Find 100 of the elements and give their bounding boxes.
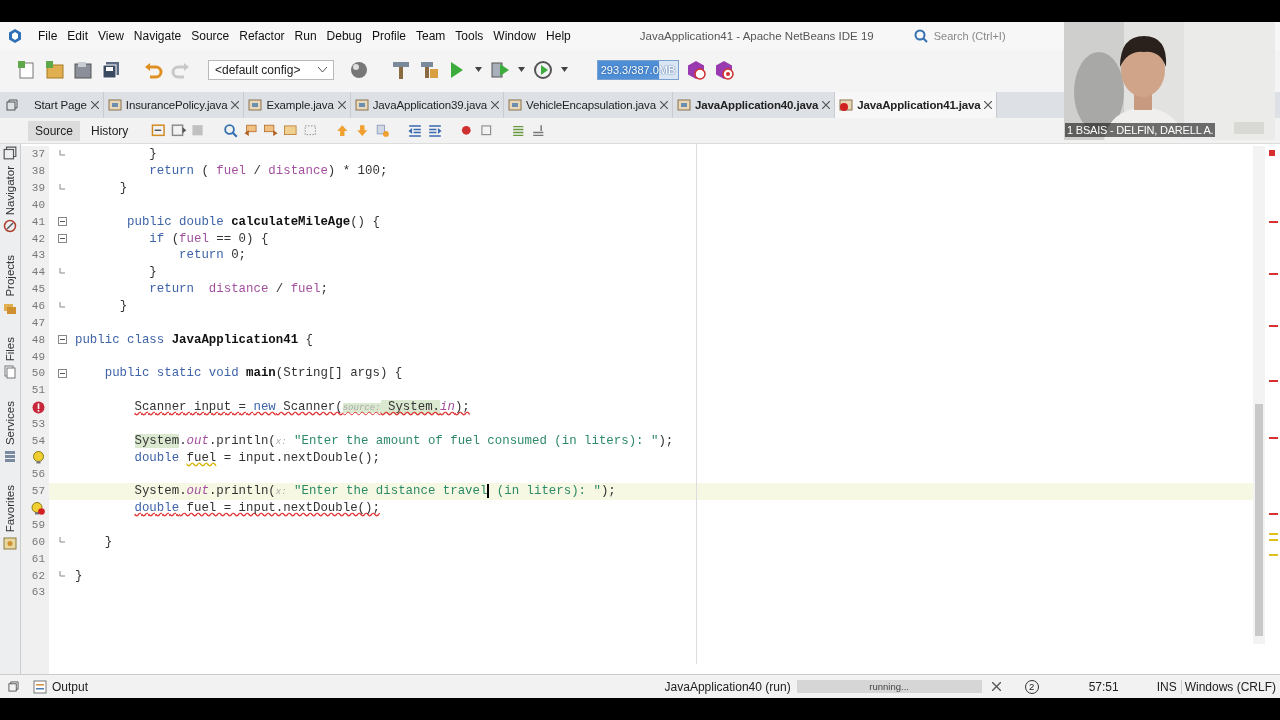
- close-icon[interactable]: [90, 101, 99, 109]
- close-icon[interactable]: [659, 101, 668, 109]
- files-icon[interactable]: [3, 365, 17, 380]
- gc-icon[interactable]: [685, 59, 707, 81]
- shift-left-icon[interactable]: [407, 122, 424, 139]
- gc-snapshot-icon[interactable]: [713, 59, 735, 81]
- caret-icon[interactable]: [560, 67, 569, 73]
- line-number: 51: [31, 384, 45, 397]
- menu-item[interactable]: Window: [488, 29, 542, 43]
- fold-toggle[interactable]: [57, 217, 67, 227]
- find-icon[interactable]: [223, 122, 240, 139]
- output-icon: [33, 679, 47, 694]
- java-file-error-icon: [839, 98, 854, 112]
- back-icon[interactable]: [171, 122, 188, 139]
- java-file-icon: [354, 98, 369, 112]
- find-next-icon[interactable]: [263, 122, 280, 139]
- debug-icon[interactable]: [489, 59, 511, 81]
- line-number: 46: [31, 300, 45, 312]
- menu-item[interactable]: File: [33, 29, 63, 43]
- fold-toggle[interactable]: [57, 234, 67, 244]
- config-dropdown[interactable]: <default config>: [208, 60, 334, 80]
- menu-item[interactable]: Profile: [367, 29, 411, 43]
- save-all-icon[interactable]: [100, 59, 122, 81]
- star-folder-icon[interactable]: [3, 536, 17, 551]
- caret-icon[interactable]: [474, 67, 483, 73]
- error-icon[interactable]: [32, 400, 45, 414]
- close-icon[interactable]: [231, 101, 240, 109]
- code-line: double fuel = input.nextDouble();: [133, 450, 380, 465]
- menu-item[interactable]: Source: [186, 29, 235, 43]
- restore-icon[interactable]: [3, 146, 17, 160]
- stripe-mark[interactable]: [1269, 512, 1278, 515]
- line-number: 39: [31, 182, 45, 195]
- shift-right-icon[interactable]: [427, 122, 444, 139]
- line-number: 43: [31, 249, 45, 262]
- hammer-icon[interactable]: [390, 59, 412, 81]
- menu-item[interactable]: Tools: [450, 29, 489, 43]
- menu-item[interactable]: Team: [411, 29, 451, 43]
- profile-icon[interactable]: [532, 59, 554, 81]
- menu-item[interactable]: Navigate: [128, 29, 187, 43]
- clean-build-icon[interactable]: [418, 59, 440, 81]
- side-panel-tab[interactable]: Services: [4, 401, 16, 446]
- fold-toggle[interactable]: [57, 335, 67, 345]
- close-icon[interactable]: [984, 101, 993, 109]
- output-tab[interactable]: Output: [29, 679, 93, 694]
- code-line: }: [75, 568, 83, 583]
- line-number: 56: [31, 468, 45, 481]
- open-folder-icon[interactable]: [72, 59, 94, 81]
- code-line: public class JavaApplication41 {: [75, 332, 313, 347]
- find-previous-icon[interactable]: [243, 122, 260, 139]
- code-line: }: [118, 299, 128, 313]
- menu-item[interactable]: Edit: [62, 29, 94, 43]
- menu-item[interactable]: Refactor: [234, 29, 290, 43]
- sphere-icon[interactable]: [348, 59, 370, 81]
- toggle-bookmark-icon[interactable]: [375, 122, 392, 139]
- compass-icon[interactable]: [3, 219, 17, 234]
- code-line: double fuel = input.nextDouble();: [133, 501, 380, 516]
- menu-item[interactable]: Debug: [321, 29, 367, 43]
- java-file-icon: [508, 98, 523, 112]
- line-endings: Windows (CRLF): [1180, 679, 1276, 694]
- editor-view-tab[interactable]: Source: [28, 120, 81, 141]
- side-panel-tab[interactable]: Navigator: [4, 166, 16, 216]
- stripe-mark[interactable]: [1269, 437, 1278, 440]
- line-number: 62: [31, 569, 45, 582]
- line-number: 37: [31, 148, 45, 161]
- search-icon[interactable]: [913, 29, 930, 43]
- close-icon[interactable]: [822, 101, 831, 109]
- caret-icon[interactable]: [318, 67, 327, 73]
- close-icon[interactable]: [991, 682, 1001, 691]
- side-panel-tab[interactable]: Favorites: [4, 485, 16, 533]
- new-project-icon[interactable]: [44, 59, 66, 81]
- code-line: if (fuel == 0) {: [148, 231, 269, 246]
- caret-position: 57:51: [1088, 679, 1120, 694]
- scrollbar[interactable]: [1253, 146, 1265, 644]
- side-panel-tab[interactable]: Files: [4, 336, 16, 362]
- line-number: 54: [31, 434, 45, 447]
- java-file-icon: [107, 98, 122, 112]
- search-field[interactable]: Search (Ctrl+I): [933, 30, 1018, 42]
- last-edit-icon[interactable]: [151, 122, 168, 139]
- menu-item[interactable]: Help: [541, 29, 576, 43]
- warning-error-bulb-icon[interactable]: [31, 501, 45, 515]
- line-number: 60: [31, 535, 45, 548]
- file-tab[interactable]: JavaApplication41.java: [835, 92, 998, 118]
- menu-item[interactable]: View: [93, 29, 129, 43]
- restore-icon[interactable]: [6, 99, 18, 111]
- restore-icon[interactable]: [8, 681, 19, 692]
- editor-view-tab[interactable]: History: [84, 120, 136, 141]
- stripe-mark[interactable]: [1269, 221, 1278, 224]
- close-icon[interactable]: [337, 101, 346, 109]
- warning-bulb-icon[interactable]: [32, 451, 45, 465]
- stripe-mark[interactable]: [1269, 325, 1278, 328]
- line-number: 63: [31, 586, 45, 599]
- close-icon[interactable]: [491, 101, 500, 109]
- server-icon[interactable]: [3, 449, 17, 464]
- line-number: 44: [31, 266, 45, 279]
- caret-icon[interactable]: [517, 67, 526, 73]
- side-panel-tab[interactable]: Projects: [4, 255, 16, 297]
- fold-toggle[interactable]: [57, 368, 67, 378]
- menu-item[interactable]: Run: [289, 29, 322, 43]
- java-file-icon: [248, 98, 263, 112]
- stripe-mark[interactable]: [1269, 273, 1278, 276]
